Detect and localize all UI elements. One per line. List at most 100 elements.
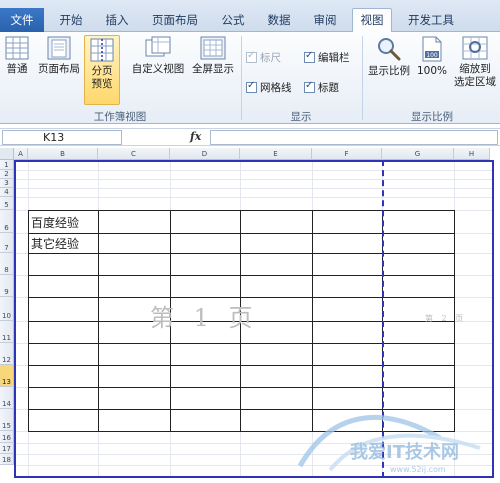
table-cell[interactable] bbox=[312, 253, 383, 276]
table-cell[interactable] bbox=[382, 210, 455, 234]
table-cell[interactable] bbox=[28, 365, 99, 388]
table-cell[interactable] bbox=[312, 387, 383, 410]
table-cell[interactable] bbox=[28, 253, 99, 276]
table-cell[interactable] bbox=[28, 321, 99, 344]
column-header-a[interactable]: A bbox=[14, 148, 28, 160]
row-header-5[interactable]: 5 bbox=[0, 197, 14, 210]
table-cell[interactable] bbox=[98, 343, 171, 366]
table-cell[interactable] bbox=[240, 210, 313, 234]
custom-views-button[interactable]: 自定义视图 bbox=[128, 36, 188, 76]
row-header-6[interactable]: 6 bbox=[0, 210, 14, 233]
tab-file[interactable]: 文件 bbox=[0, 8, 44, 32]
full-screen-button[interactable]: 全屏显示 bbox=[188, 36, 238, 76]
tab-developer[interactable]: 开发工具 bbox=[400, 9, 462, 31]
table-cell[interactable] bbox=[28, 387, 99, 410]
table-cell[interactable] bbox=[382, 343, 455, 366]
zoom-to-selection-button[interactable]: 缩放到 选定区域 bbox=[450, 36, 500, 89]
formula-input[interactable] bbox=[210, 130, 498, 145]
row-header-18[interactable]: 18 bbox=[0, 454, 14, 465]
table-cell[interactable] bbox=[312, 343, 383, 366]
table-cell[interactable] bbox=[240, 253, 313, 276]
table-cell[interactable]: 百度经验 bbox=[28, 210, 99, 234]
table-cell[interactable] bbox=[382, 387, 455, 410]
zoom-100-button[interactable]: 100 100% bbox=[414, 36, 450, 78]
column-header-d[interactable]: D bbox=[170, 148, 240, 160]
table-cell[interactable] bbox=[170, 275, 241, 298]
table-cell[interactable] bbox=[240, 343, 313, 366]
table-cell[interactable] bbox=[170, 365, 241, 388]
row-header-4[interactable]: 4 bbox=[0, 188, 14, 197]
row-header-16[interactable]: 16 bbox=[0, 431, 14, 443]
table-cell[interactable] bbox=[312, 321, 383, 344]
table-cell[interactable] bbox=[312, 210, 383, 234]
column-header-b[interactable]: B bbox=[28, 148, 98, 160]
table-cell[interactable] bbox=[312, 275, 383, 298]
ruler-checkbox[interactable]: 标尺 bbox=[246, 50, 281, 65]
table-cell[interactable] bbox=[98, 210, 171, 234]
row-header-3[interactable]: 3 bbox=[0, 179, 14, 188]
row-header-17[interactable]: 17 bbox=[0, 443, 14, 454]
table-cell[interactable] bbox=[382, 233, 455, 254]
headings-checkbox[interactable]: 标题 bbox=[304, 80, 339, 95]
table-cell[interactable] bbox=[28, 297, 99, 322]
tab-formulas[interactable]: 公式 bbox=[214, 9, 252, 31]
table-cell[interactable] bbox=[98, 253, 171, 276]
row-header-11[interactable]: 11 bbox=[0, 321, 14, 343]
table-cell[interactable] bbox=[98, 233, 171, 254]
table-cell[interactable] bbox=[98, 387, 171, 410]
tab-home[interactable]: 开始 bbox=[52, 9, 90, 31]
table-cell[interactable] bbox=[382, 365, 455, 388]
table-cell[interactable] bbox=[240, 275, 313, 298]
tab-page-layout[interactable]: 页面布局 bbox=[144, 9, 206, 31]
gridlines-checkbox[interactable]: 网格线 bbox=[246, 80, 292, 95]
table-cell[interactable] bbox=[98, 409, 171, 432]
formula-bar-checkbox[interactable]: 编辑栏 bbox=[304, 50, 350, 65]
table-cell[interactable] bbox=[312, 365, 383, 388]
fx-icon[interactable]: fx bbox=[190, 130, 201, 143]
row-header-9[interactable]: 9 bbox=[0, 275, 14, 297]
name-box[interactable]: K13 bbox=[2, 130, 122, 145]
column-header-h[interactable]: H bbox=[454, 148, 490, 160]
table-cell[interactable] bbox=[170, 409, 241, 432]
tab-insert[interactable]: 插入 bbox=[98, 9, 136, 31]
row-header-15[interactable]: 15 bbox=[0, 409, 14, 431]
row-header-1[interactable]: 1 bbox=[0, 160, 14, 170]
table-cell[interactable]: 其它经验 bbox=[28, 233, 99, 254]
table-cell[interactable] bbox=[240, 233, 313, 254]
page-layout-view-button[interactable]: 页面布局 bbox=[36, 36, 82, 76]
table-cell[interactable] bbox=[240, 365, 313, 388]
page-break-preview-button[interactable]: 分页 预览 bbox=[84, 35, 120, 105]
table-cell[interactable] bbox=[382, 253, 455, 276]
table-cell[interactable] bbox=[240, 387, 313, 410]
row-header-14[interactable]: 14 bbox=[0, 387, 14, 409]
table-cell[interactable] bbox=[98, 275, 171, 298]
row-header-12[interactable]: 12 bbox=[0, 343, 14, 365]
table-cell[interactable] bbox=[98, 365, 171, 388]
tab-review[interactable]: 审阅 bbox=[306, 9, 344, 31]
table-cell[interactable] bbox=[312, 233, 383, 254]
column-header-e[interactable]: E bbox=[240, 148, 312, 160]
table-cell[interactable] bbox=[170, 210, 241, 234]
worksheet[interactable]: ABCDEFGH 1 2 3 4 5 6 7 8 9 10 11 12 13 14 15 16 17 18 百度经… bbox=[0, 148, 500, 483]
tab-view[interactable]: 视图 bbox=[352, 8, 392, 32]
row-header-7[interactable]: 7 bbox=[0, 233, 14, 253]
table-cell[interactable] bbox=[28, 275, 99, 298]
table-cell[interactable] bbox=[170, 343, 241, 366]
select-all-corner[interactable] bbox=[0, 148, 14, 160]
table-cell[interactable] bbox=[170, 233, 241, 254]
normal-view-button[interactable]: 普通 bbox=[2, 36, 32, 76]
table-cell[interactable] bbox=[170, 253, 241, 276]
table-cell[interactable] bbox=[28, 409, 99, 432]
row-header-10[interactable]: 10 bbox=[0, 297, 14, 321]
column-header-f[interactable]: F bbox=[312, 148, 382, 160]
row-header-8[interactable]: 8 bbox=[0, 253, 14, 275]
row-header-2[interactable]: 2 bbox=[0, 170, 14, 179]
column-header-g[interactable]: G bbox=[382, 148, 454, 160]
table-cell[interactable] bbox=[170, 387, 241, 410]
table-cell[interactable] bbox=[28, 343, 99, 366]
table-cell[interactable] bbox=[382, 275, 455, 298]
row-header-13[interactable]: 13 bbox=[0, 365, 14, 387]
column-header-c[interactable]: C bbox=[98, 148, 170, 160]
table-cell[interactable] bbox=[382, 321, 455, 344]
tab-data[interactable]: 数据 bbox=[260, 9, 298, 31]
